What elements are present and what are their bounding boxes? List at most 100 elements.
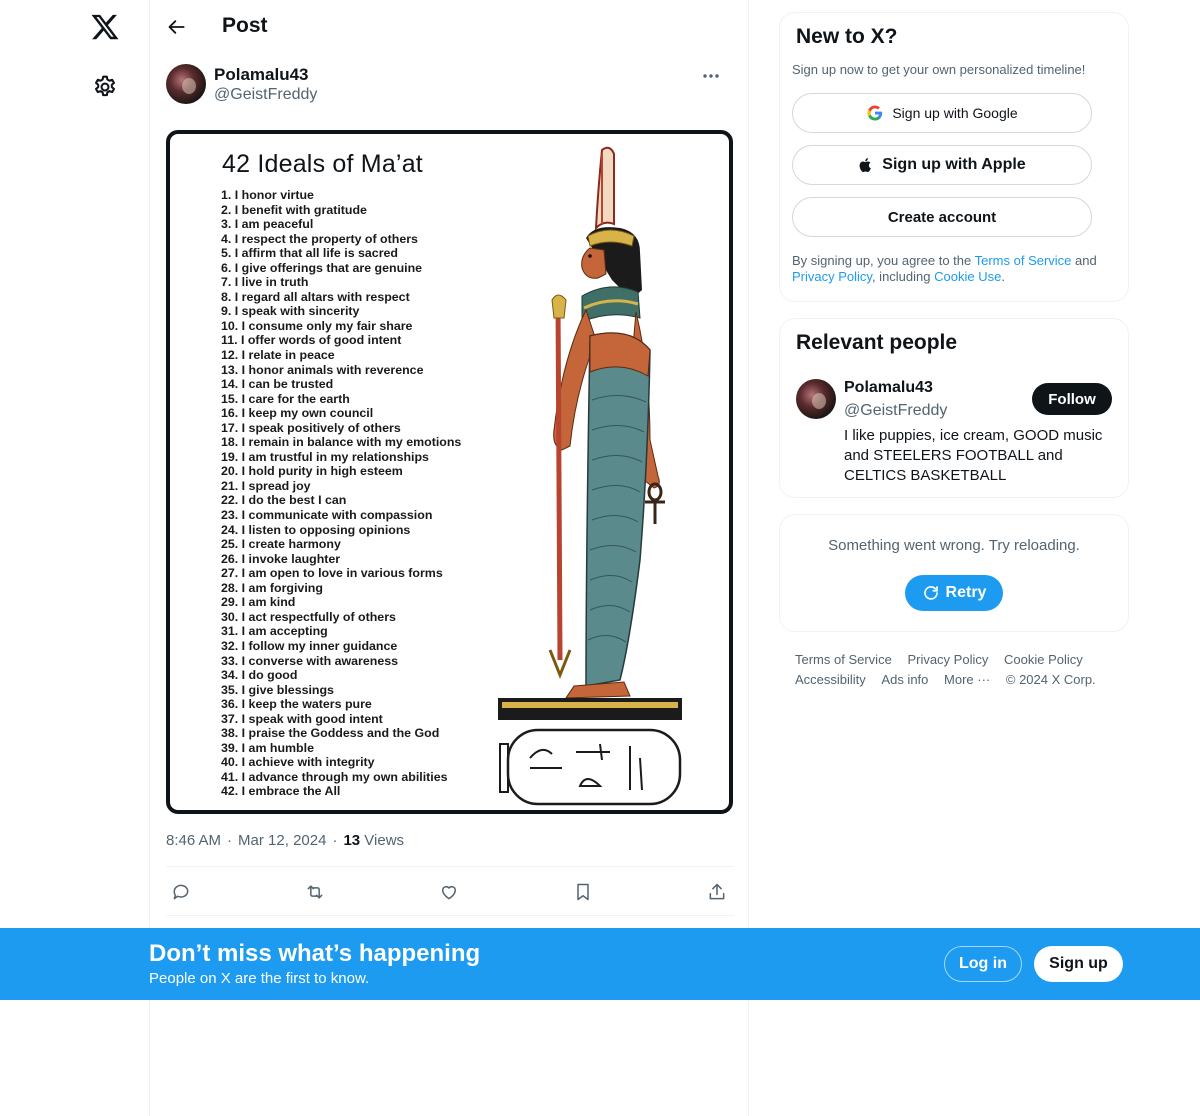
create-account-button[interactable]: Create account [792,197,1092,237]
views-count: 13 [343,832,361,849]
post-date[interactable]: Mar 12, 2024 [238,832,326,849]
gear-icon[interactable] [92,74,118,100]
ideal-item: 16. I keep my own council [221,406,374,421]
google-icon [867,105,883,121]
legal-text: , including [871,269,935,284]
views-label: Views [364,832,405,849]
legal-text: By signing up, you agree to the [792,253,975,268]
heart-icon [442,886,456,900]
legal-text: . [1001,269,1005,284]
terms-link[interactable]: Terms of Service [975,253,1072,268]
retry-label: Retry [945,584,987,601]
x-logo-icon[interactable] [90,12,120,42]
apple-signup-button[interactable]: Sign up with Apple [792,145,1092,185]
ideal-item: 37. I speak with good intent [221,711,383,726]
privacy-link[interactable]: Privacy Policy [792,269,872,284]
ideal-item: 29. I am kind [221,595,296,610]
ideal-item: 13. I honor animals with reverence [221,362,424,377]
ideal-item: 19. I am trustful in my relationships [221,449,429,464]
ideal-item: 24. I listen to opposing opinions [221,522,411,537]
meta-separator: · [332,832,338,849]
ideal-item: 33. I converse with awareness [221,653,399,668]
ideal-item: 36. I keep the waters pure [221,697,372,712]
ideal-item: 6. I give offerings that are genuine [221,260,423,275]
new-to-x-card: New to X? Sign up now to get your own pe… [779,12,1129,302]
post-author: Polamalu43 @GeistFreddy [166,64,736,108]
ideal-item: 30. I act respectfully of others [221,609,396,624]
ideal-item: 9. I speak with sincerity [221,304,360,319]
avatar[interactable] [796,379,836,419]
legal-text: and [1071,253,1097,268]
ideal-item: 10. I consume only my fair share [221,318,413,333]
ideal-item: 42. I embrace the All [221,784,341,799]
avatar[interactable] [166,64,206,104]
post-meta: 8:46 AM · Mar 12, 2024 · 13 Views [166,832,404,849]
ideal-item: 12. I relate in peace [221,348,335,363]
error-message: Something went wrong. Try reloading. [828,537,1080,554]
login-button[interactable]: Log in [944,946,1022,982]
refresh-icon [923,586,938,600]
share-button[interactable] [706,881,728,903]
bookmark-button[interactable] [572,881,594,903]
ideal-item: 31. I am accepting [221,624,328,639]
post-actions [166,866,734,916]
ideal-item: 26. I invoke laughter [221,551,341,566]
ideal-item: 28. I am forgiving [221,580,323,595]
more-dots-icon [703,74,719,78]
ideal-item: 1. I honor virtue [221,188,314,202]
ideal-item: 23. I communicate with compassion [221,508,433,523]
ideal-item: 32. I follow my inner guidance [221,638,398,653]
post-time[interactable]: 8:46 AM [166,832,221,849]
ideal-item: 18. I remain in balance with my emotions [221,435,462,450]
ideal-item: 11. I offer words of good intent [221,333,402,348]
ideal-item: 38. I praise the Goddess and the God [221,726,440,741]
trends-error-card: Something went wrong. Try reloading. Ret… [779,514,1129,632]
ideal-item: 39. I am humble [221,740,314,755]
signup-banner: Don’t miss what’s happening People on X … [0,928,1200,1000]
reply-icon [173,884,189,900]
footer-copyright: © 2024 X Corp. [1005,672,1096,687]
follow-button[interactable]: Follow [1032,383,1112,415]
like-button[interactable] [438,881,460,903]
ideal-item: 14. I can be trusted [221,377,334,392]
ideal-item: 27. I am open to love in various forms [221,566,443,581]
back-button[interactable] [164,14,190,40]
footer-privacy-link[interactable]: Privacy Policy [907,650,988,670]
new-to-x-title: New to X? [796,25,898,48]
reply-button[interactable] [170,881,192,903]
goddess-illustration [498,146,682,806]
post-image[interactable]: 42 Ideals of Ma’at 1. I honor virtue 2. I… [166,130,733,814]
post-header: Post [150,0,748,54]
more-button[interactable] [698,66,724,86]
cookie-link[interactable]: Cookie Use [934,269,1001,284]
arrow-left-icon [168,20,185,34]
footer-ads-link[interactable]: Ads info [881,670,928,690]
footer-cookie-link[interactable]: Cookie Policy [1004,650,1083,670]
repost-button[interactable] [304,881,326,903]
google-signup-button[interactable]: Sign up with Google [792,93,1092,133]
signup-button[interactable]: Sign up [1034,946,1123,982]
footer-links: Terms of Service Privacy Policy Cookie P… [795,650,1125,690]
ideal-item: 3. I am peaceful [221,217,314,232]
ideal-item: 8. I regard all altars with respect [221,289,410,304]
footer-accessibility-link[interactable]: Accessibility [795,670,866,690]
footer-more-link[interactable]: More ··· [944,670,990,690]
person-bio: I like puppies, ice cream, GOOD music an… [844,427,1103,484]
bookmark-icon [577,883,589,901]
person-handle[interactable]: @GeistFreddy [844,402,947,420]
ideal-item: 2. I benefit with gratitude [221,202,367,217]
author-handle[interactable]: @GeistFreddy [214,86,317,104]
image-title: 42 Ideals of Ma’at [222,150,423,178]
apple-icon [859,158,872,173]
ideal-item: 25. I create harmony [221,537,341,552]
ideal-item: 7. I live in truth [221,275,309,290]
page-title: Post [222,14,268,37]
footer-terms-link[interactable]: Terms of Service [795,650,892,670]
ideal-item: 5. I affirm that all life is sacred [221,246,398,261]
person-name[interactable]: Polamalu43 [844,379,933,397]
share-icon [709,883,725,900]
meta-separator: · [227,832,233,849]
author-name[interactable]: Polamalu43 [214,65,309,85]
banner-title: Don’t miss what’s happening [149,940,481,967]
retry-button[interactable]: Retry [905,575,1003,611]
